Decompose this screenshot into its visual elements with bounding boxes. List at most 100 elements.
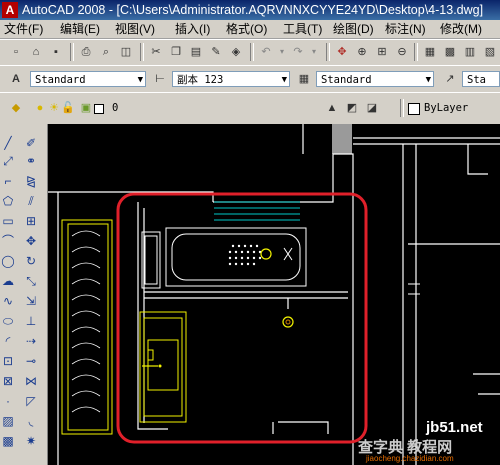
hangers bbox=[71, 230, 101, 413]
arc-icon[interactable]: ⌒ bbox=[1, 234, 15, 248]
menu-draw[interactable]: 绘图(D) bbox=[333, 21, 374, 37]
autocad-app-icon[interactable]: A bbox=[2, 2, 18, 18]
watermark-url: jiaocheng.chazidian.com bbox=[366, 454, 454, 463]
toolbar-separator bbox=[140, 43, 144, 61]
dim-style-icon[interactable]: ⊢ bbox=[152, 71, 168, 87]
make-block-icon[interactable]: ⊠ bbox=[1, 374, 15, 388]
layer-manager-icon[interactable]: ◆ bbox=[8, 100, 24, 116]
explode-icon[interactable]: ✷ bbox=[24, 434, 38, 448]
array-icon[interactable]: ⊞ bbox=[24, 214, 38, 228]
menu-edit[interactable]: 编辑(E) bbox=[60, 21, 100, 37]
block-editor-icon[interactable]: ◈ bbox=[228, 44, 244, 60]
ellipse-icon[interactable]: ⬭ bbox=[1, 314, 15, 328]
ellipse-arc-icon[interactable]: ◜ bbox=[1, 334, 15, 348]
text-style-value: Standard bbox=[35, 74, 86, 86]
polygon-icon[interactable]: ⬠ bbox=[1, 194, 15, 208]
revision-cloud-icon[interactable]: ☁ bbox=[1, 274, 15, 288]
offset-icon[interactable]: ⫽ bbox=[24, 194, 38, 208]
menu-view[interactable]: 视图(V) bbox=[115, 21, 155, 37]
toolbar-separator bbox=[70, 43, 74, 61]
insert-block-icon[interactable]: ⊡ bbox=[1, 354, 15, 368]
undo-dropdown-icon[interactable]: ▾ bbox=[274, 44, 290, 60]
ceiling-light bbox=[282, 316, 294, 328]
plot-icon[interactable]: ⎙ bbox=[78, 44, 94, 60]
layer-unlock-icon[interactable]: 🔓 bbox=[60, 100, 76, 116]
redo-dropdown-icon[interactable]: ▾ bbox=[306, 44, 322, 60]
join-icon[interactable]: ⋈ bbox=[24, 374, 38, 388]
scale-icon[interactable]: ⤡ bbox=[24, 274, 38, 288]
table-style-icon[interactable]: ▦ bbox=[296, 71, 312, 87]
fillet-icon[interactable]: ◟ bbox=[24, 414, 38, 428]
color-select[interactable]: ByLayer bbox=[420, 100, 500, 116]
zoom-window-icon[interactable]: ⊞ bbox=[374, 44, 390, 60]
drawing-area[interactable]: jb51.net 查字典 教程网 jiaocheng.chazidian.com bbox=[48, 124, 500, 465]
chamfer-icon[interactable]: ◸ bbox=[24, 394, 38, 408]
layer-plot-icon[interactable]: ▣ bbox=[78, 100, 94, 116]
trim-icon[interactable]: ⊥ bbox=[24, 314, 38, 328]
dim-style-select[interactable]: 副本 123 ▼ bbox=[172, 71, 290, 87]
plot-preview-icon[interactable]: ⌕ bbox=[98, 44, 114, 60]
stretch-icon[interactable]: ⇲ bbox=[24, 294, 38, 308]
zoom-realtime-icon[interactable]: ⊕ bbox=[354, 44, 370, 60]
sheet-set-icon[interactable]: ▧ bbox=[482, 44, 498, 60]
watermark-site: jb51.net bbox=[426, 419, 483, 436]
polyline-icon[interactable]: ⌐ bbox=[1, 174, 15, 188]
zoom-previous-icon[interactable]: ⊖ bbox=[394, 44, 410, 60]
properties-icon[interactable]: ▦ bbox=[422, 44, 438, 60]
extend-icon[interactable]: ⇢ bbox=[24, 334, 38, 348]
layers-toolbar: ◆ ● ☀ 🔓 ▣ 0 ▲ ◩ ◪ ByLayer bbox=[0, 92, 500, 125]
layer-previous-icon[interactable]: ◩ bbox=[344, 100, 360, 116]
wall-column bbox=[332, 124, 352, 154]
save-icon[interactable]: ▪ bbox=[48, 44, 64, 60]
paste-icon[interactable]: ▤ bbox=[188, 44, 204, 60]
new-icon[interactable]: ▫ bbox=[8, 44, 24, 60]
multileader-style-icon[interactable]: ↗ bbox=[442, 71, 458, 87]
break-icon[interactable]: ⊸ bbox=[24, 354, 38, 368]
title-bar: A AutoCAD 2008 - [C:\Users\Administrator… bbox=[0, 0, 500, 20]
mirror-icon[interactable]: ⧎ bbox=[24, 174, 38, 188]
layer-color-swatch bbox=[94, 104, 104, 114]
hatch-icon[interactable]: ▨ bbox=[1, 414, 15, 428]
sink-faucet bbox=[142, 349, 162, 368]
copy-object-icon[interactable]: ⚭ bbox=[24, 154, 38, 168]
right-room-lines bbox=[408, 283, 420, 295]
chevron-down-icon: ▼ bbox=[281, 75, 287, 85]
construction-line-icon[interactable]: ⤢ bbox=[1, 154, 15, 168]
redo-icon[interactable]: ↷ bbox=[290, 44, 306, 60]
spline-icon[interactable]: ∿ bbox=[1, 294, 15, 308]
tool-palettes-icon[interactable]: ▥ bbox=[462, 44, 478, 60]
match-properties-icon[interactable]: ✎ bbox=[208, 44, 224, 60]
layer-select[interactable]: 0 bbox=[108, 100, 318, 116]
color-swatch bbox=[408, 103, 420, 115]
menu-insert[interactable]: 插入(I) bbox=[175, 21, 210, 37]
multileader-style-select[interactable]: Sta bbox=[462, 71, 500, 87]
cut-icon[interactable]: ✂ bbox=[148, 44, 164, 60]
table-style-select[interactable]: Standard ▼ bbox=[316, 71, 434, 87]
circle-icon[interactable]: ◯ bbox=[1, 254, 15, 268]
rotate-icon[interactable]: ↻ bbox=[24, 254, 38, 268]
point-icon[interactable]: · bbox=[1, 394, 15, 408]
menu-file[interactable]: 文件(F) bbox=[4, 21, 43, 37]
line-icon[interactable]: ╱ bbox=[1, 136, 15, 150]
undo-icon[interactable]: ↶ bbox=[258, 44, 274, 60]
layer-value: 0 bbox=[112, 102, 119, 114]
menu-modify[interactable]: 修改(M) bbox=[440, 21, 482, 37]
gradient-icon[interactable]: ▩ bbox=[1, 434, 15, 448]
make-object-layer-current-icon[interactable]: ▲ bbox=[324, 100, 340, 116]
rectangle-icon[interactable]: ▭ bbox=[1, 214, 15, 228]
text-style-select[interactable]: Standard ▼ bbox=[30, 71, 146, 87]
open-icon[interactable]: ⌂ bbox=[28, 44, 44, 60]
move-icon[interactable]: ✥ bbox=[24, 234, 38, 248]
erase-icon[interactable]: ✐ bbox=[24, 136, 38, 150]
design-center-icon[interactable]: ▩ bbox=[442, 44, 458, 60]
menu-format[interactable]: 格式(O) bbox=[226, 21, 267, 37]
layer-states-icon[interactable]: ◪ bbox=[364, 100, 380, 116]
toolbar-separator bbox=[414, 43, 418, 61]
menu-tools[interactable]: 工具(T) bbox=[283, 21, 322, 37]
publish-icon[interactable]: ◫ bbox=[118, 44, 134, 60]
text-style-icon[interactable]: A bbox=[8, 71, 24, 87]
toolbar-separator bbox=[250, 43, 254, 61]
copy-icon[interactable]: ❐ bbox=[168, 44, 184, 60]
menu-dimension[interactable]: 标注(N) bbox=[385, 21, 426, 37]
pan-realtime-icon[interactable]: ✥ bbox=[334, 44, 350, 60]
